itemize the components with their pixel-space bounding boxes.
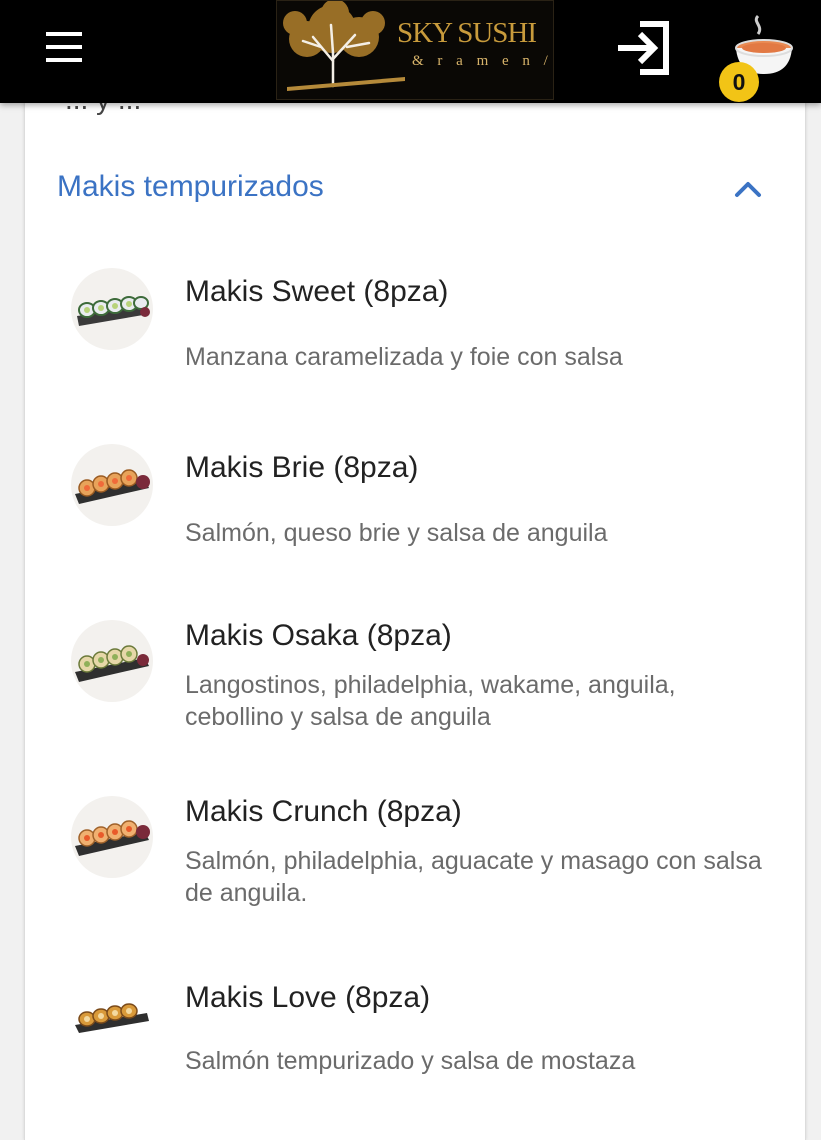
cart-count-badge[interactable]: 0 xyxy=(719,62,759,102)
item-description: Salmón, philadelphia, aguacate y masago … xyxy=(185,847,762,907)
login-button[interactable] xyxy=(612,20,674,76)
item-description: Manzana caramelizada y foie con salsa xyxy=(185,343,623,371)
section-title: Makis tempurizados xyxy=(57,170,324,203)
login-arrow-icon xyxy=(618,21,669,75)
menu-item-makis-crunch[interactable]: Makis Crunch (8pza) Salmón, philadelphia… xyxy=(25,793,805,933)
maki-love-photo xyxy=(71,983,153,1065)
menu-item-makis-brie[interactable]: Makis Brie (8pza) Salmón, queso brie y s… xyxy=(25,441,805,571)
logo-subtitle: & r a m e n / b a r xyxy=(412,53,553,69)
item-description: Salmón, queso brie y salsa de anguila xyxy=(185,519,608,547)
item-name: Makis Brie (8pza) xyxy=(185,451,419,484)
chevron-up-icon[interactable] xyxy=(733,174,763,204)
item-description: Langostinos, philadelphia, wakame, angui… xyxy=(185,671,676,731)
maki-crunch-photo xyxy=(71,796,153,878)
item-name: Makis Osaka (8pza) xyxy=(185,619,452,652)
item-name: Makis Sweet (8pza) xyxy=(185,275,449,308)
menu-card: ... y ... Makis tempurizados xyxy=(24,60,806,1140)
item-description: Salmón tempurizado y salsa de mostaza xyxy=(185,1047,636,1075)
item-name: Makis Love (8pza) xyxy=(185,981,431,1014)
menu-item-makis-love[interactable]: Makis Love (8pza) Salmón tempurizado y s… xyxy=(25,969,805,1109)
item-name: Makis Crunch (8pza) xyxy=(185,795,462,828)
maki-brie-photo xyxy=(71,444,153,526)
menu-item-makis-sweet[interactable]: Makis Sweet (8pza) Manzana caramelizada … xyxy=(25,265,805,395)
maki-osaka-photo xyxy=(71,620,153,702)
restaurant-logo[interactable]: SKY SUSHI & r a m e n / b a r xyxy=(276,0,554,100)
hamburger-menu-icon[interactable] xyxy=(44,30,84,64)
tree-logo-icon xyxy=(283,1,405,91)
logo-title: SKY SUSHI xyxy=(397,17,537,49)
menu-item-makis-osaka[interactable]: Makis Osaka (8pza) Langostinos, philadel… xyxy=(25,617,805,757)
maki-sweet-photo xyxy=(71,268,153,350)
top-navigation-bar: SKY SUSHI & r a m e n / b a r xyxy=(0,0,821,103)
section-header-makis-tempurizados[interactable]: Makis tempurizados xyxy=(25,160,805,220)
